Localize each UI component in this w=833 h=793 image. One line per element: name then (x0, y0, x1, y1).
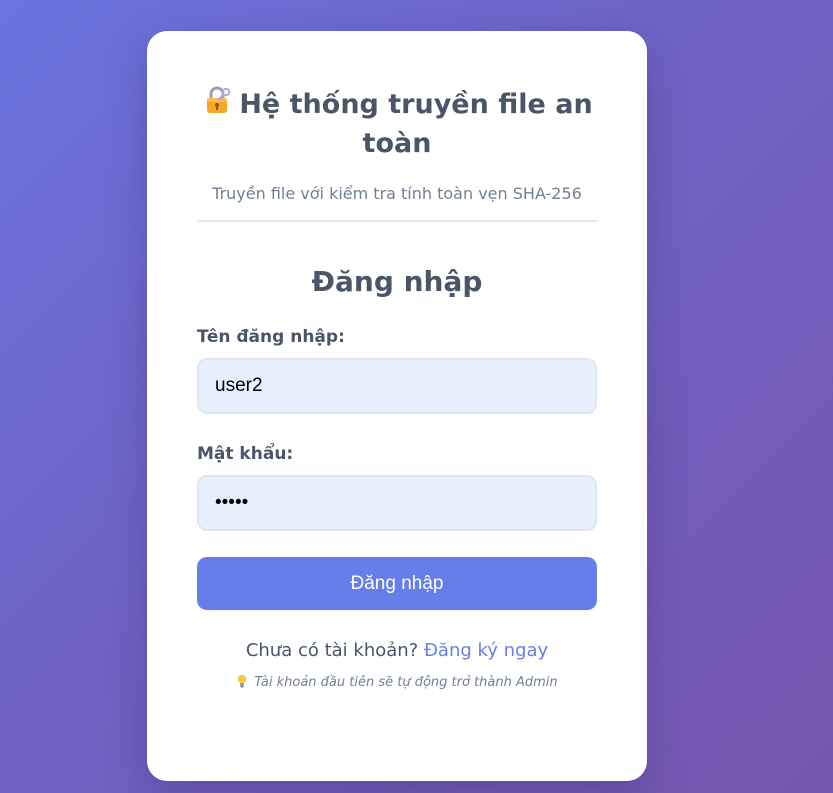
register-row: Chưa có tài khoản? Đăng ký ngay (197, 639, 597, 663)
login-card: Hệ thống truyền file an toàn Truyền file… (147, 31, 647, 781)
password-input[interactable] (197, 475, 597, 531)
admin-hint: Tài khoản đầu tiên sẽ tự động trở thành … (197, 674, 597, 692)
username-input[interactable] (197, 358, 597, 414)
header-divider (197, 220, 597, 222)
username-label: Tên đăng nhập: (197, 327, 345, 347)
title-text: Hệ thống truyền file an toàn (239, 89, 593, 159)
page-subtitle: Truyền file với kiểm tra tính toàn vẹn S… (212, 184, 582, 203)
form-title: Đăng nhập (311, 265, 483, 298)
register-link[interactable]: Đăng ký ngay (424, 640, 548, 661)
password-label: Mật khẩu: (197, 444, 294, 464)
lock-with-key-icon (207, 86, 231, 113)
page-title: Hệ thống truyền file an toàn (197, 85, 597, 163)
light-bulb-icon (238, 674, 247, 688)
login-button[interactable]: Đăng nhập (197, 557, 597, 610)
hint-text: Tài khoản đầu tiên sẽ tự động trở thành … (254, 675, 558, 690)
register-prompt: Chưa có tài khoản? (245, 640, 419, 661)
